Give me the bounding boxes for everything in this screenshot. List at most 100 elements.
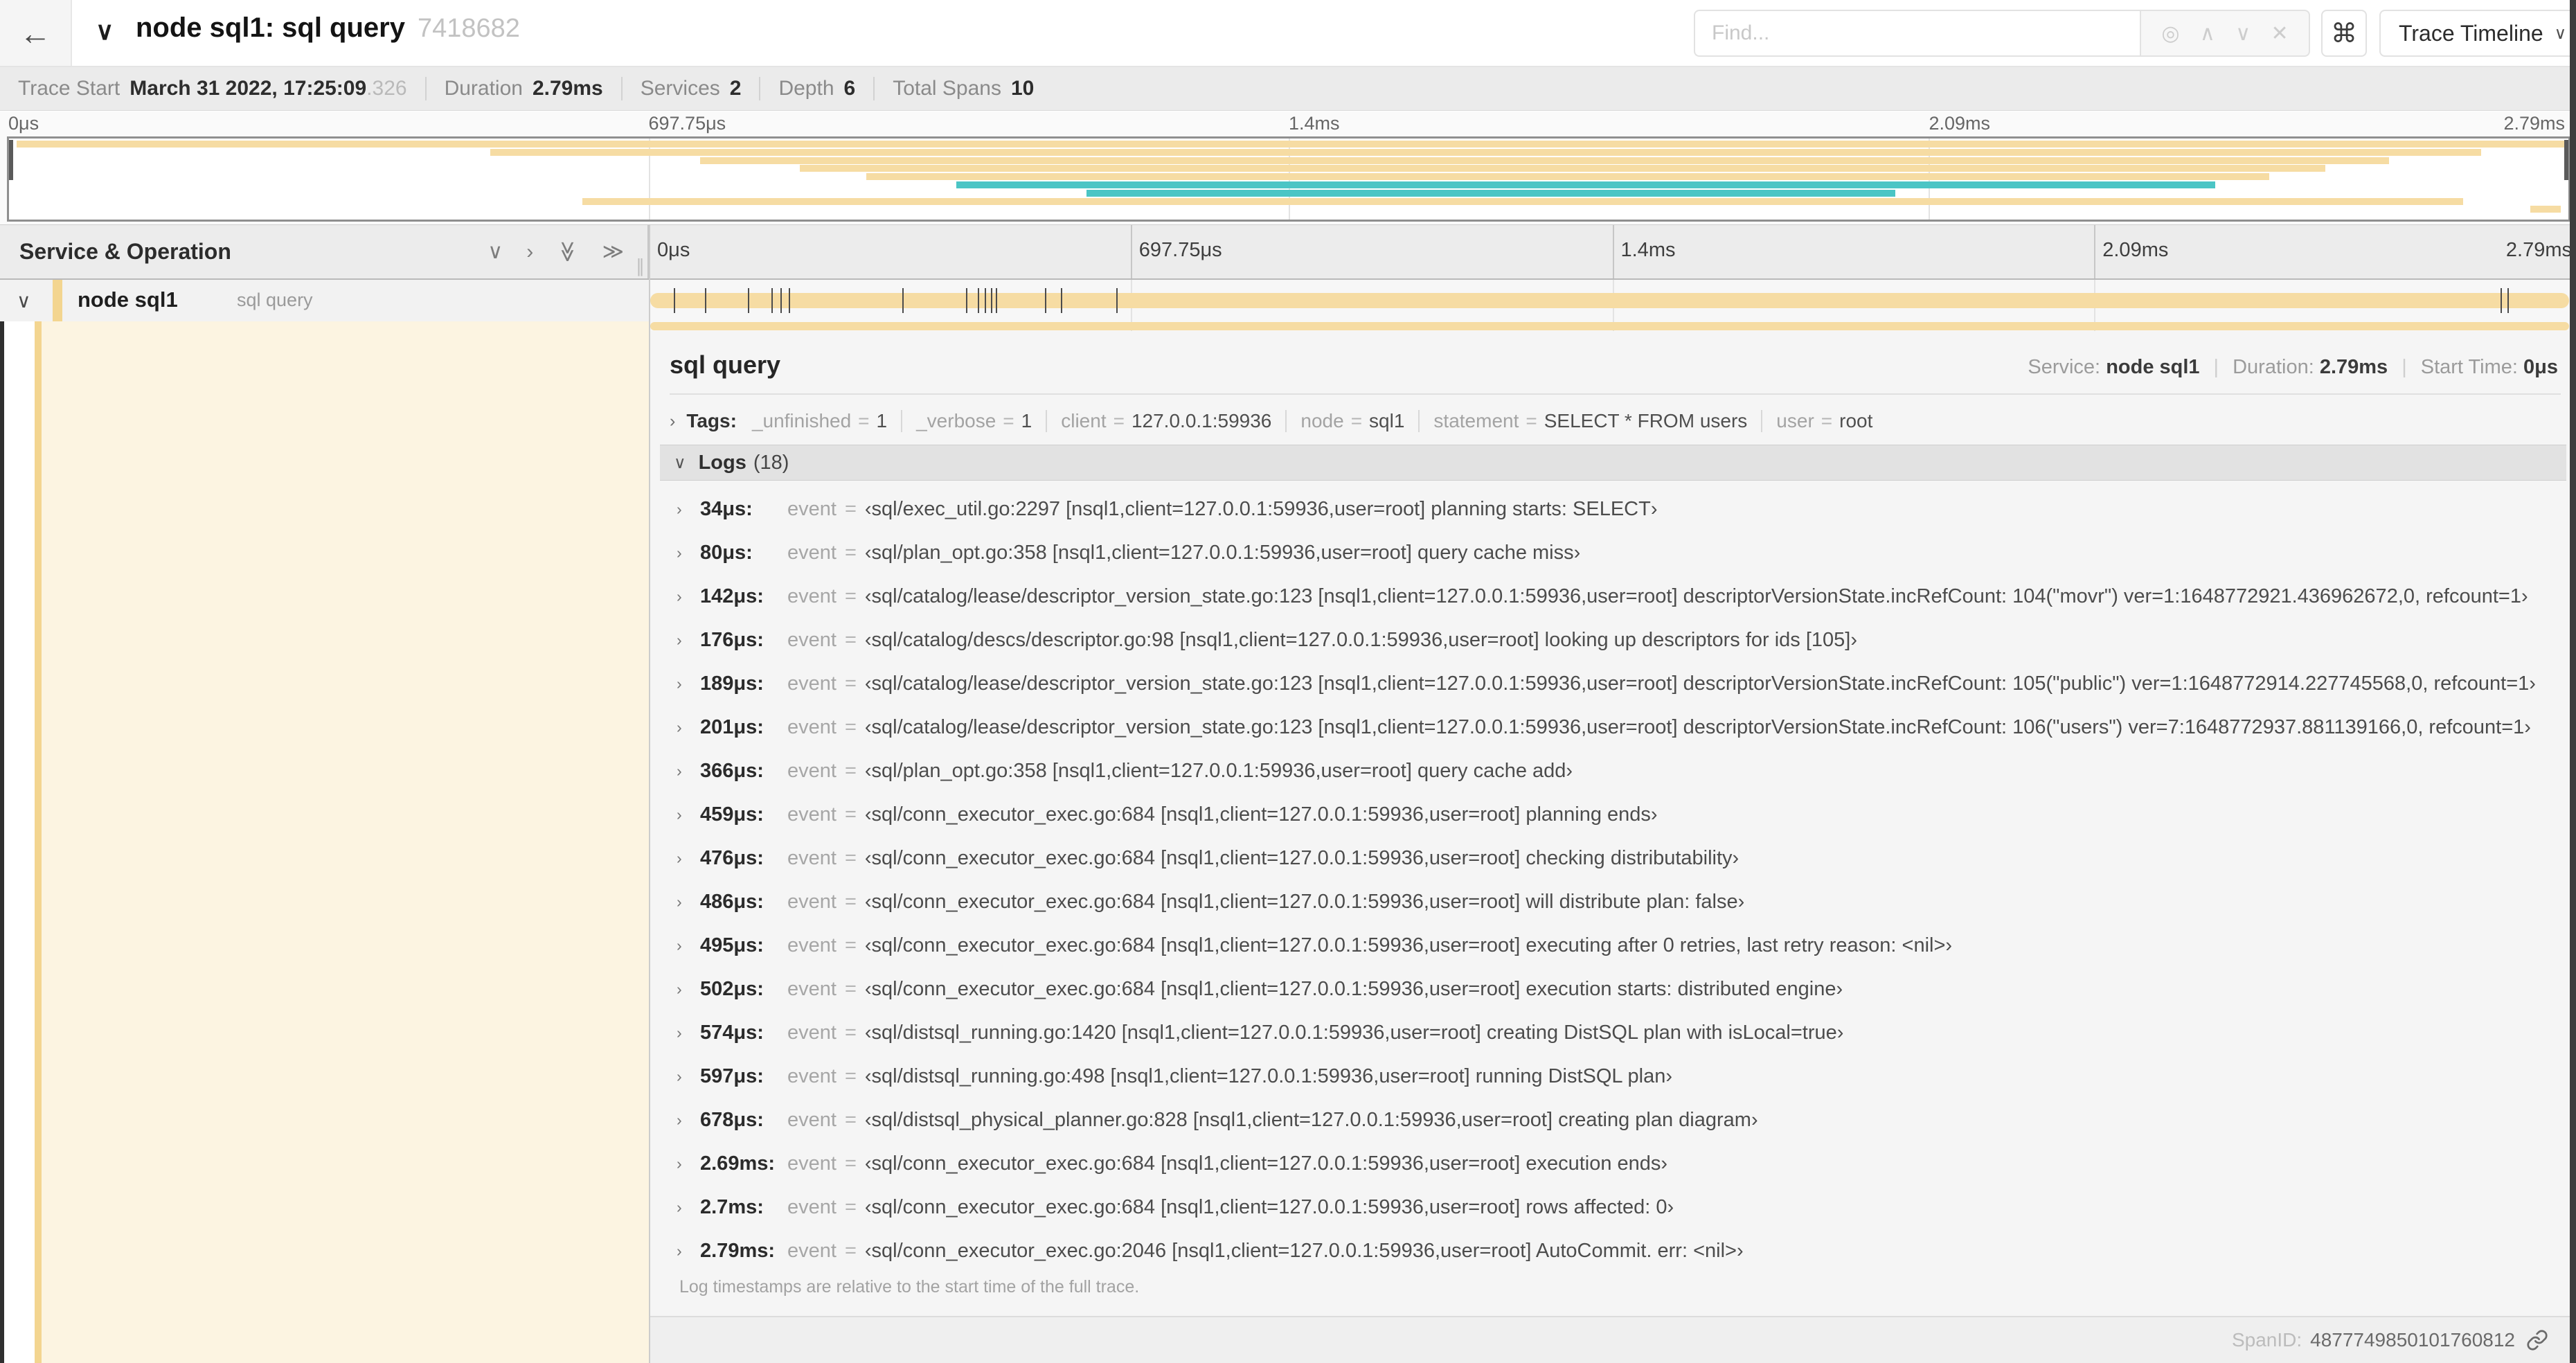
minimap-left-scrubber[interactable] [9, 140, 13, 180]
log-row[interactable]: › 476μs: event = ‹sql/conn_executor_exec.go:… [660, 837, 2566, 880]
duration-label: Duration: [2233, 356, 2314, 378]
column-resizer-grip[interactable]: ∥ [636, 256, 645, 277]
log-row[interactable]: › 502μs: event = ‹sql/conn_executor_exec.go:… [660, 968, 2566, 1011]
log-timestamp: 189μs: [700, 672, 764, 695]
log-equals: = [844, 1152, 857, 1175]
log-row[interactable]: › 459μs: event = ‹sql/conn_executor_exec.go:… [660, 793, 2566, 837]
log-row[interactable]: › 2.7ms: event = ‹sql/conn_executor_exec.go:… [660, 1186, 2566, 1229]
log-expand-chevron-icon[interactable]: › [677, 718, 700, 737]
timeline-gridline [2094, 225, 2096, 278]
copy-link-icon[interactable] [2526, 1329, 2548, 1351]
log-expand-chevron-icon[interactable]: › [677, 1198, 700, 1217]
total-spans-value: 10 [1010, 77, 1035, 100]
back-button[interactable]: ← [0, 0, 72, 66]
collapse-trace-chevron-icon[interactable]: ∨ [96, 17, 114, 46]
trace-id-short: 7418682 [417, 14, 520, 43]
log-row[interactable]: › 2.69ms: event = ‹sql/conn_executor_exec.go… [660, 1142, 2566, 1186]
log-row[interactable]: › 678μs: event = ‹sql/distsql_physical_plann… [660, 1098, 2566, 1142]
log-event-value: ‹sql/conn_executor_exec.go:684 [nsql1,cl… [864, 847, 1739, 869]
log-equals: = [844, 1240, 857, 1262]
log-row[interactable]: › 495μs: event = ‹sql/conn_executor_exec.go:… [660, 924, 2566, 968]
log-row[interactable]: › 189μs: event = ‹sql/catalog/lease/descript… [660, 662, 2566, 706]
minimap-right-scrubber[interactable] [2564, 140, 2568, 180]
log-field-name: event [787, 1022, 837, 1044]
log-expand-chevron-icon[interactable]: › [677, 1067, 700, 1086]
trace-page-header: ← ∨ node sql1: sql query7418682 ◎ ∧ ∨ ✕ … [0, 0, 2576, 67]
log-expand-chevron-icon[interactable]: › [677, 1242, 700, 1260]
keyboard-shortcuts-button[interactable]: ⌘ [2321, 10, 2367, 57]
tag-equals: = [1350, 410, 1363, 431]
clear-search-icon[interactable]: ✕ [2271, 21, 2289, 46]
log-row[interactable]: › 142μs: event = ‹sql/catalog/lease/descript… [660, 575, 2566, 618]
tag-value: sql1 [1369, 410, 1405, 431]
log-expand-chevron-icon[interactable]: › [677, 544, 700, 562]
match-highlight-icon[interactable]: ◎ [2161, 21, 2179, 46]
collapse-all-icon[interactable]: ≫ [555, 241, 580, 262]
log-row[interactable]: › 486μs: event = ‹sql/conn_executor_exec.go:… [660, 880, 2566, 924]
log-expand-chevron-icon[interactable]: › [677, 849, 700, 868]
timeline-gridline [1612, 225, 1614, 278]
view-selector-button[interactable]: Trace Timeline ∨ [2379, 10, 2576, 57]
collapse-one-icon[interactable]: ∨ [488, 240, 503, 264]
log-row[interactable]: › 597μs: event = ‹sql/distsql_running.go:498… [660, 1055, 2566, 1098]
tag-item[interactable]: _verbose = 1 [901, 410, 1032, 432]
tags-row[interactable]: › Tags: _unfinished = 1 _verbose = 1 client = 12… [670, 406, 2561, 436]
find-input[interactable] [1694, 10, 2140, 57]
log-expand-chevron-icon[interactable]: › [677, 936, 700, 955]
log-expand-chevron-icon[interactable]: › [677, 1024, 700, 1042]
services-value: 2 [729, 77, 742, 100]
log-row[interactable]: › 2.79ms: event = ‹sql/conn_executor_exec.go… [660, 1229, 2566, 1273]
span-detail-meta: Service: node sql1 | Duration: 2.79ms | Star… [2028, 356, 2558, 379]
log-equals: = [844, 978, 857, 1000]
log-row[interactable]: › 176μs: event = ‹sql/catalog/descs/descript… [660, 618, 2566, 662]
log-field-name: event [787, 934, 837, 956]
span-bar-wrap [650, 280, 2569, 321]
log-row[interactable]: › 34μs: event = ‹sql/exec_util.go:2297 [nsql… [660, 488, 2566, 531]
services-item: Services 2 [620, 77, 760, 100]
tag-value: 1 [1021, 410, 1032, 431]
span-collapse-chevron-icon[interactable]: ∨ [17, 289, 31, 312]
expand-all-icon[interactable]: ≫ [602, 240, 624, 264]
tag-item[interactable]: client = 127.0.0.1:59936 [1046, 410, 1271, 432]
log-expand-chevron-icon[interactable]: › [677, 1155, 700, 1173]
vertical-scrollbar[interactable] [2570, 0, 2576, 1363]
tag-item[interactable]: user = root [1761, 410, 1872, 432]
expand-one-icon[interactable]: › [526, 240, 533, 264]
minimap-canvas[interactable] [7, 136, 2570, 222]
duration-value: 2.79ms [2319, 356, 2388, 378]
span-row-timeline-cell[interactable] [649, 280, 2576, 331]
trace-start-fraction: .326 [366, 77, 407, 100]
log-expand-chevron-icon[interactable]: › [677, 500, 700, 519]
timeline-tick-header: 0μs 697.75μs 1.4ms 2.09ms 2.79ms [649, 225, 2576, 278]
span-row-name-cell[interactable]: ∨ node sql1 sql query [0, 280, 649, 321]
log-expand-chevron-icon[interactable]: › [677, 631, 700, 650]
log-row[interactable]: › 201μs: event = ‹sql/catalog/lease/descript… [660, 706, 2566, 749]
log-expand-chevron-icon[interactable]: › [677, 762, 700, 781]
log-timestamp: 574μs: [700, 1022, 764, 1044]
log-row[interactable]: › 574μs: event = ‹sql/distsql_running.go:142… [660, 1011, 2566, 1055]
log-expand-chevron-icon[interactable]: › [677, 893, 700, 911]
expanded-span-bar[interactable] [650, 322, 2569, 330]
log-expand-chevron-icon[interactable]: › [677, 1111, 700, 1130]
prev-match-icon[interactable]: ∧ [2200, 21, 2215, 46]
command-icon: ⌘ [2331, 19, 2357, 48]
log-expand-chevron-icon[interactable]: › [677, 587, 700, 606]
tags-expand-chevron-icon[interactable]: › [670, 411, 675, 431]
logs-section-header[interactable]: ∨ Logs (18) [660, 445, 2566, 481]
spanid-value: 4877749850101760812 [2310, 1329, 2515, 1351]
log-row[interactable]: › 80μs: event = ‹sql/plan_opt.go:358 [nsql1,… [660, 531, 2566, 575]
log-expand-chevron-icon[interactable]: › [677, 675, 700, 693]
duration-item: Duration 2.79ms [424, 77, 621, 100]
trace-minimap[interactable]: 0μs 697.75μs 1.4ms 2.09ms 2.79ms [0, 112, 2576, 224]
span-duration-bar[interactable] [650, 293, 2569, 308]
tag-item[interactable]: statement = SELECT * FROM users [1418, 410, 1747, 432]
log-row[interactable]: › 366μs: event = ‹sql/plan_opt.go:358 [nsql1… [660, 749, 2566, 793]
log-expand-chevron-icon[interactable]: › [677, 980, 700, 999]
tag-item[interactable]: node = sql1 [1285, 410, 1404, 432]
log-timestamp: 80μs: [700, 542, 753, 564]
log-event-value: ‹sql/catalog/lease/descriptor_version_st… [864, 672, 2536, 695]
next-match-icon[interactable]: ∨ [2235, 21, 2251, 46]
logs-collapse-chevron-icon[interactable]: ∨ [674, 453, 686, 473]
tag-item[interactable]: _unfinished = 1 [752, 410, 887, 432]
log-expand-chevron-icon[interactable]: › [677, 805, 700, 824]
